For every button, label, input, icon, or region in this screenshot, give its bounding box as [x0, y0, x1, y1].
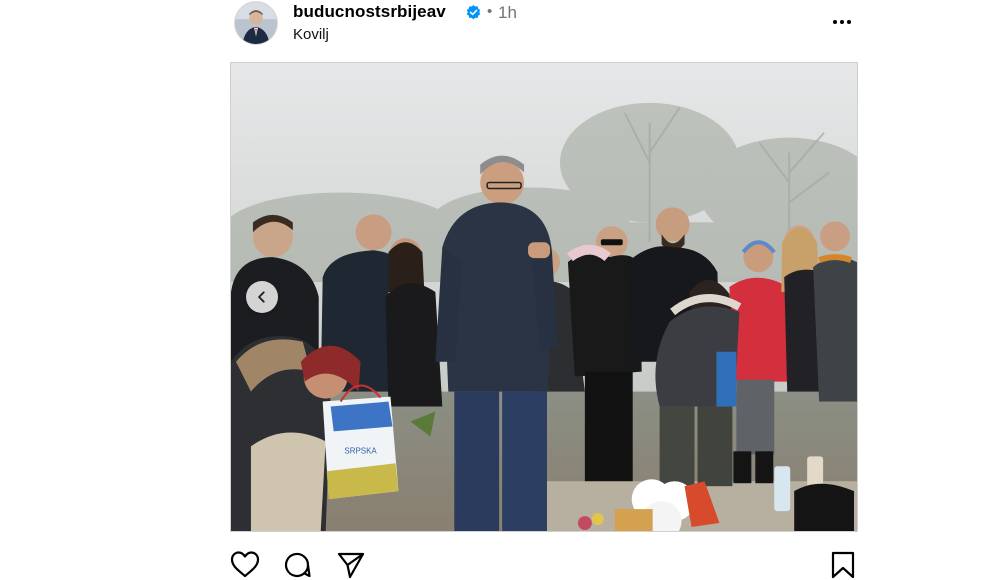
photo-scene: SRPSKA: [231, 63, 857, 531]
post-time[interactable]: 1h: [498, 3, 517, 23]
send-icon[interactable]: [336, 550, 366, 580]
heart-icon[interactable]: [230, 550, 260, 580]
chevron-left-icon: [258, 291, 265, 303]
profile-avatar[interactable]: [234, 1, 278, 45]
bag-print: SRPSKA: [344, 446, 377, 455]
avatar-image: [235, 2, 277, 44]
post-location[interactable]: Kovilj: [293, 26, 329, 43]
verified-badge-icon: [466, 5, 481, 20]
more-horizontal-icon[interactable]: [830, 10, 854, 34]
meta-separator: •: [487, 3, 493, 20]
bookmark-icon[interactable]: [828, 550, 858, 580]
post-username[interactable]: buducnostsrbijeav: [293, 2, 446, 22]
post-actions: [230, 540, 858, 579]
post-photo[interactable]: SRPSKA: [230, 62, 858, 532]
post-header: buducnostsrbijeav • 1h Kovilj: [232, 0, 860, 58]
carousel-prev-button[interactable]: [246, 281, 278, 313]
comment-icon[interactable]: [282, 550, 312, 580]
